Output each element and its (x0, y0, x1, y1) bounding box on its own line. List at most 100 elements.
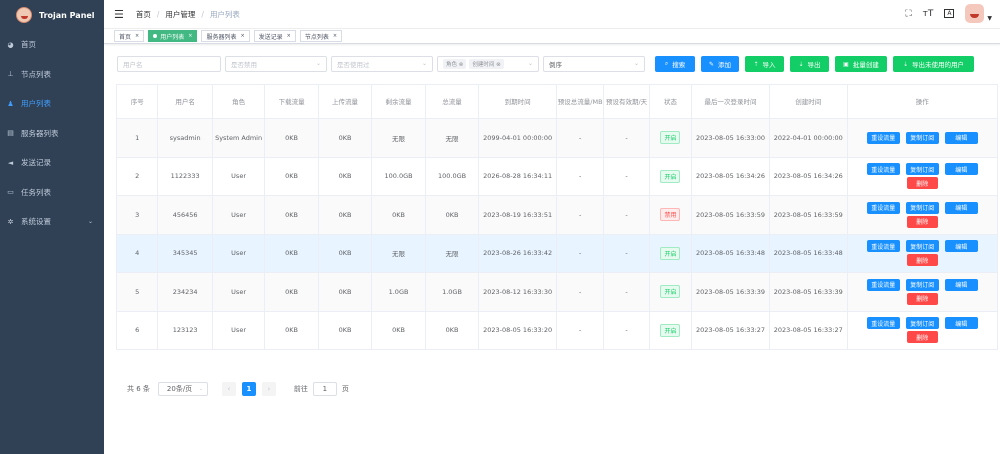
time-chip[interactable]: 创建时间 ⊗ (469, 59, 504, 69)
header-index: 序号 (116, 84, 159, 119)
font-size-icon[interactable]: ᴛT (923, 9, 934, 19)
batch-create-button[interactable]: ▣ 批量创建 (835, 56, 887, 72)
edit-button[interactable]: 编辑 (944, 240, 978, 253)
prev-page-button[interactable]: ‹ (221, 382, 236, 396)
sort-field-select[interactable]: 角色 ⊗ 创建时间 ⊗ ⌄ (437, 56, 539, 72)
sidebar-item-servers[interactable]: ▤ 服务器列表 (0, 119, 104, 149)
role-chip[interactable]: 角色 ⊗ (443, 59, 467, 69)
breadcrumb-item-home[interactable]: 首页 (136, 9, 151, 20)
tag-users[interactable]: 用户列表 × (148, 30, 198, 42)
cell-created: 2023-08-05 16:33:59 (769, 195, 848, 235)
cell-total: 100.0GB (425, 157, 480, 196)
cell-remaining: 无限 (371, 234, 426, 273)
delete-button[interactable]: 删除 (906, 215, 938, 228)
sidebar-item-send-records[interactable]: ◄ 发送记录 (0, 148, 104, 178)
delete-button[interactable]: 删除 (906, 177, 938, 190)
tag-label: 服务器列表 (206, 33, 237, 41)
edit-button[interactable]: 编辑 (944, 317, 978, 330)
cell-status: 开启 (649, 157, 693, 196)
table-row[interactable]: 5 234234 User 0KB 0KB 1.0GB 1.0GB 2023-0… (116, 272, 999, 312)
hamburger-icon[interactable]: ☰ (114, 8, 124, 21)
table-row[interactable]: 1 sysadmin System Admin 0KB 0KB 无限 无限 20… (116, 118, 999, 158)
page-size-select[interactable]: 20条/页 ⌄ (157, 382, 208, 396)
table-row[interactable]: 3 456456 User 0KB 0KB 0KB 0KB 2023-08-19… (116, 195, 999, 235)
used-select[interactable]: 是否使用过 ⌄ (331, 56, 433, 72)
close-icon[interactable]: × (188, 33, 192, 39)
import-button[interactable]: ⇡ 导入 (745, 56, 784, 72)
copy-subscription-button[interactable]: 复制订阅 (905, 317, 939, 330)
delete-button[interactable]: 删除 (906, 292, 938, 305)
sort-order-select[interactable]: 倒序 ⌄ (543, 56, 645, 72)
copy-subscription-button[interactable]: 复制订阅 (905, 163, 939, 176)
reset-flow-button[interactable]: 重设流量 (866, 163, 900, 176)
sidebar-item-users[interactable]: ♟ 用户列表 (0, 89, 104, 119)
reset-flow-button[interactable]: 重设流量 (866, 317, 900, 330)
translate-icon[interactable]: A (944, 9, 955, 18)
server-icon: ▤ (7, 129, 14, 138)
copy-subscription-button[interactable]: 复制订阅 (905, 201, 939, 214)
row-actions: 重设流量 复制订阅 编辑 删除 (862, 278, 982, 306)
sidebar-item-label: 系统设置 (21, 217, 51, 227)
cell-remaining: 0KB (371, 195, 426, 235)
edit-button[interactable]: 编辑 (944, 131, 978, 144)
table-row[interactable]: 6 123123 User 0KB 0KB 0KB 0KB 2023-08-05… (116, 311, 999, 350)
caret-down-icon[interactable]: ▼ (987, 15, 992, 22)
goto-page-input[interactable]: 1 (312, 382, 337, 396)
disabled-select[interactable]: 是否禁用 ⌄ (225, 56, 327, 72)
fullscreen-icon[interactable]: ⛶ (905, 9, 911, 19)
table-row[interactable]: 2 1122333 User 0KB 0KB 100.0GB 100.0GB 2… (116, 157, 999, 196)
chevron-down-icon: ⌄ (198, 386, 203, 392)
table-row[interactable]: 4 345345 User 0KB 0KB 无限 无限 2023-08-26 1… (116, 234, 999, 273)
copy-subscription-button[interactable]: 复制订阅 (905, 240, 939, 253)
copy-subscription-button[interactable]: 复制订阅 (905, 278, 939, 291)
close-icon[interactable]: × (135, 33, 139, 39)
avatar[interactable] (965, 4, 985, 23)
dashboard-icon: ◕ (7, 40, 14, 49)
reset-flow-button[interactable]: 重设流量 (866, 131, 900, 144)
delete-button[interactable]: 删除 (906, 254, 938, 267)
chevron-down-icon: ⌄ (633, 60, 639, 67)
close-icon[interactable]: × (287, 33, 291, 39)
tag-servers[interactable]: 服务器列表 × (201, 30, 250, 42)
status-badge: 开启 (660, 285, 681, 299)
cell-status: 禁用 (649, 195, 693, 235)
tag-home[interactable]: 首页 × (114, 30, 145, 42)
export-button[interactable]: ⇣ 导出 (790, 56, 829, 72)
close-icon[interactable]: × (240, 33, 244, 39)
cell-last-login: 2023-08-05 16:33:39 (691, 272, 770, 312)
tag-nodes[interactable]: 节点列表 × (299, 30, 343, 42)
sidebar-item-label: 首页 (21, 40, 36, 50)
edit-button[interactable]: 编辑 (944, 201, 978, 214)
header-role: 角色 (212, 84, 266, 119)
tag-send-records[interactable]: 发送记录 × (253, 30, 296, 42)
next-page-button[interactable]: › (261, 382, 276, 396)
navbar: ☰ 首页 / 用户管理 / 用户列表 ⛶ ᴛT A ▼ (104, 0, 1000, 29)
row-actions: 重设流量 复制订阅 编辑 删除 (862, 162, 982, 190)
edit-button[interactable]: 编辑 (944, 278, 978, 291)
cell-preset-days: - (603, 157, 650, 196)
reset-flow-button[interactable]: 重设流量 (866, 201, 900, 214)
cell-actions: 重设流量 复制订阅 编辑 删除 (847, 311, 999, 350)
add-button[interactable]: ✎ 添加 (701, 56, 739, 72)
cell-status: 开启 (649, 311, 693, 350)
sidebar-item-tasks[interactable]: ▭ 任务列表 (0, 178, 104, 208)
export-unused-button[interactable]: ⇣ 导出未使用的用户 (893, 56, 974, 72)
sidebar-item-settings[interactable]: ✲ 系统设置 ⌄ (0, 207, 104, 237)
logo[interactable]: Trojan Panel (0, 0, 104, 30)
page-number-button[interactable]: 1 (241, 382, 256, 396)
search-button[interactable]: ⌕ 搜索 (655, 56, 695, 72)
cell-upload: 0KB (318, 118, 373, 158)
close-icon[interactable]: × (333, 33, 337, 39)
cell-expire: 2026-08-28 16:34:11 (478, 157, 557, 196)
reset-flow-button[interactable]: 重设流量 (866, 240, 900, 253)
disabled-placeholder: 是否禁用 (231, 61, 257, 69)
sidebar-item-nodes[interactable]: ⊥ 节点列表 (0, 60, 104, 90)
delete-button[interactable]: 删除 (906, 331, 938, 344)
copy-subscription-button[interactable]: 复制订阅 (905, 131, 939, 144)
reset-flow-button[interactable]: 重设流量 (866, 278, 900, 291)
sidebar-item-home[interactable]: ◕ 首页 (0, 30, 104, 60)
edit-button[interactable]: 编辑 (944, 163, 978, 176)
header-last-login: 最后一次登录时间 (691, 84, 770, 119)
breadcrumb-separator: / (201, 9, 204, 19)
username-input[interactable]: 用户名 (117, 56, 221, 72)
